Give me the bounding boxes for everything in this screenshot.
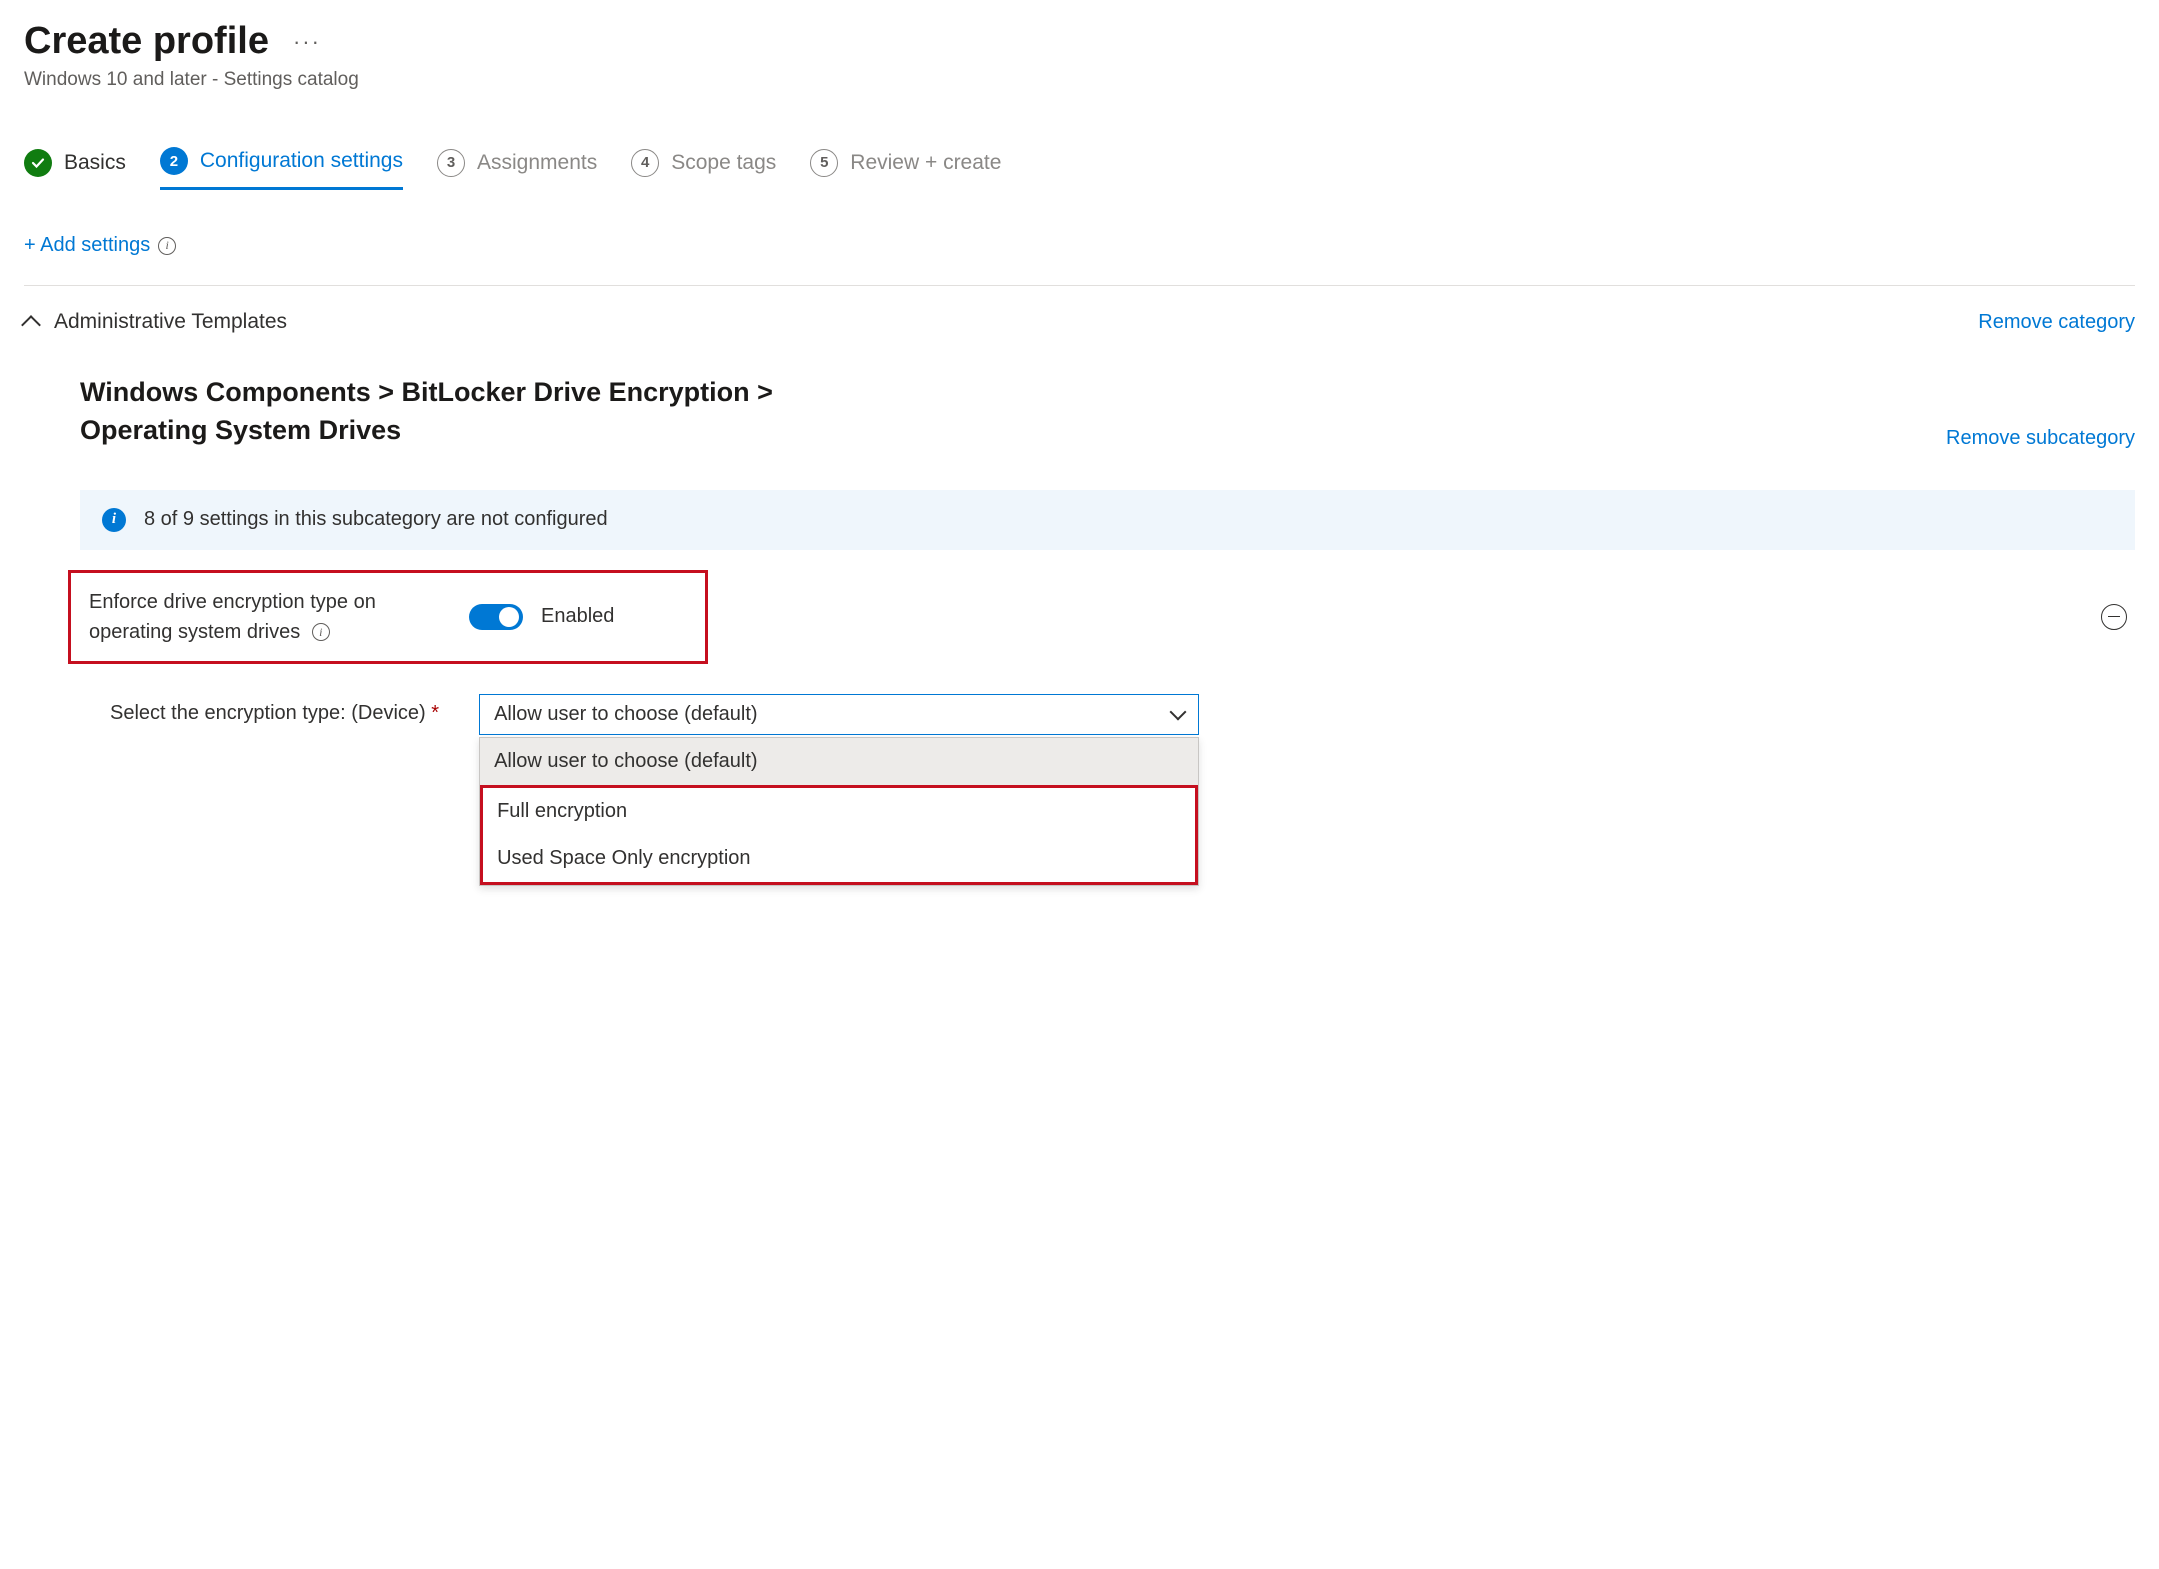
- encryption-type-select[interactable]: Allow user to choose (default): [479, 694, 1199, 735]
- step-number-icon: 2: [160, 147, 188, 175]
- highlight-box: Full encryption Used Space Only encrypti…: [480, 785, 1198, 885]
- page-title: Create profile: [24, 20, 269, 63]
- toggle-state-label: Enabled: [541, 605, 614, 628]
- dropdown-selected-value: Allow user to choose (default): [494, 703, 757, 726]
- remove-subcategory-link[interactable]: Remove subcategory: [1946, 427, 2135, 450]
- step-number-icon: 4: [631, 149, 659, 177]
- toggle-knob-icon: [499, 607, 519, 627]
- remove-setting-button[interactable]: [2101, 604, 2127, 630]
- step-label: Basics: [64, 151, 126, 175]
- page-subtitle: Windows 10 and later - Settings catalog: [24, 69, 2135, 91]
- step-number-icon: 5: [810, 149, 838, 177]
- info-icon[interactable]: i: [312, 623, 330, 641]
- chevron-down-icon: [1170, 704, 1187, 721]
- step-label: Review + create: [850, 151, 1001, 175]
- dropdown-option-full-encryption[interactable]: Full encryption: [483, 788, 1195, 835]
- dropdown-label: Select the encryption type: (Device) *: [110, 694, 439, 725]
- dropdown-option-allow-user[interactable]: Allow user to choose (default): [480, 738, 1198, 785]
- step-label: Scope tags: [671, 151, 776, 175]
- wizard-stepper: Basics 2 Configuration settings 3 Assign…: [24, 147, 2135, 190]
- step-basics[interactable]: Basics: [24, 149, 126, 189]
- step-label: Configuration settings: [200, 149, 403, 173]
- info-icon[interactable]: i: [158, 237, 176, 255]
- step-assignments[interactable]: 3 Assignments: [437, 149, 597, 189]
- subcategory-breadcrumb: Windows Components > BitLocker Drive Enc…: [80, 374, 820, 450]
- info-icon: i: [102, 508, 126, 532]
- highlight-box: Enforce drive encryption type on operati…: [68, 570, 708, 664]
- step-label: Assignments: [477, 151, 597, 175]
- step-configuration-settings[interactable]: 2 Configuration settings: [160, 147, 403, 190]
- required-marker: *: [431, 702, 439, 724]
- dropdown-option-used-space-only[interactable]: Used Space Only encryption: [483, 835, 1195, 882]
- step-review-create[interactable]: 5 Review + create: [810, 149, 1001, 189]
- check-icon: [24, 149, 52, 177]
- chevron-up-icon[interactable]: [21, 315, 41, 335]
- remove-category-link[interactable]: Remove category: [1978, 311, 2135, 334]
- setting-label: Enforce drive encryption type on operati…: [89, 587, 409, 647]
- divider: [24, 285, 2135, 286]
- step-scope-tags[interactable]: 4 Scope tags: [631, 149, 776, 189]
- category-name: Administrative Templates: [54, 310, 287, 334]
- info-banner: i 8 of 9 settings in this subcategory ar…: [80, 490, 2135, 550]
- dropdown-list: Allow user to choose (default) Full encr…: [479, 737, 1199, 886]
- add-settings-button[interactable]: + Add settings: [24, 234, 150, 257]
- info-banner-text: 8 of 9 settings in this subcategory are …: [144, 508, 608, 531]
- step-number-icon: 3: [437, 149, 465, 177]
- more-actions-button[interactable]: ···: [293, 29, 321, 55]
- enabled-toggle[interactable]: [469, 604, 523, 630]
